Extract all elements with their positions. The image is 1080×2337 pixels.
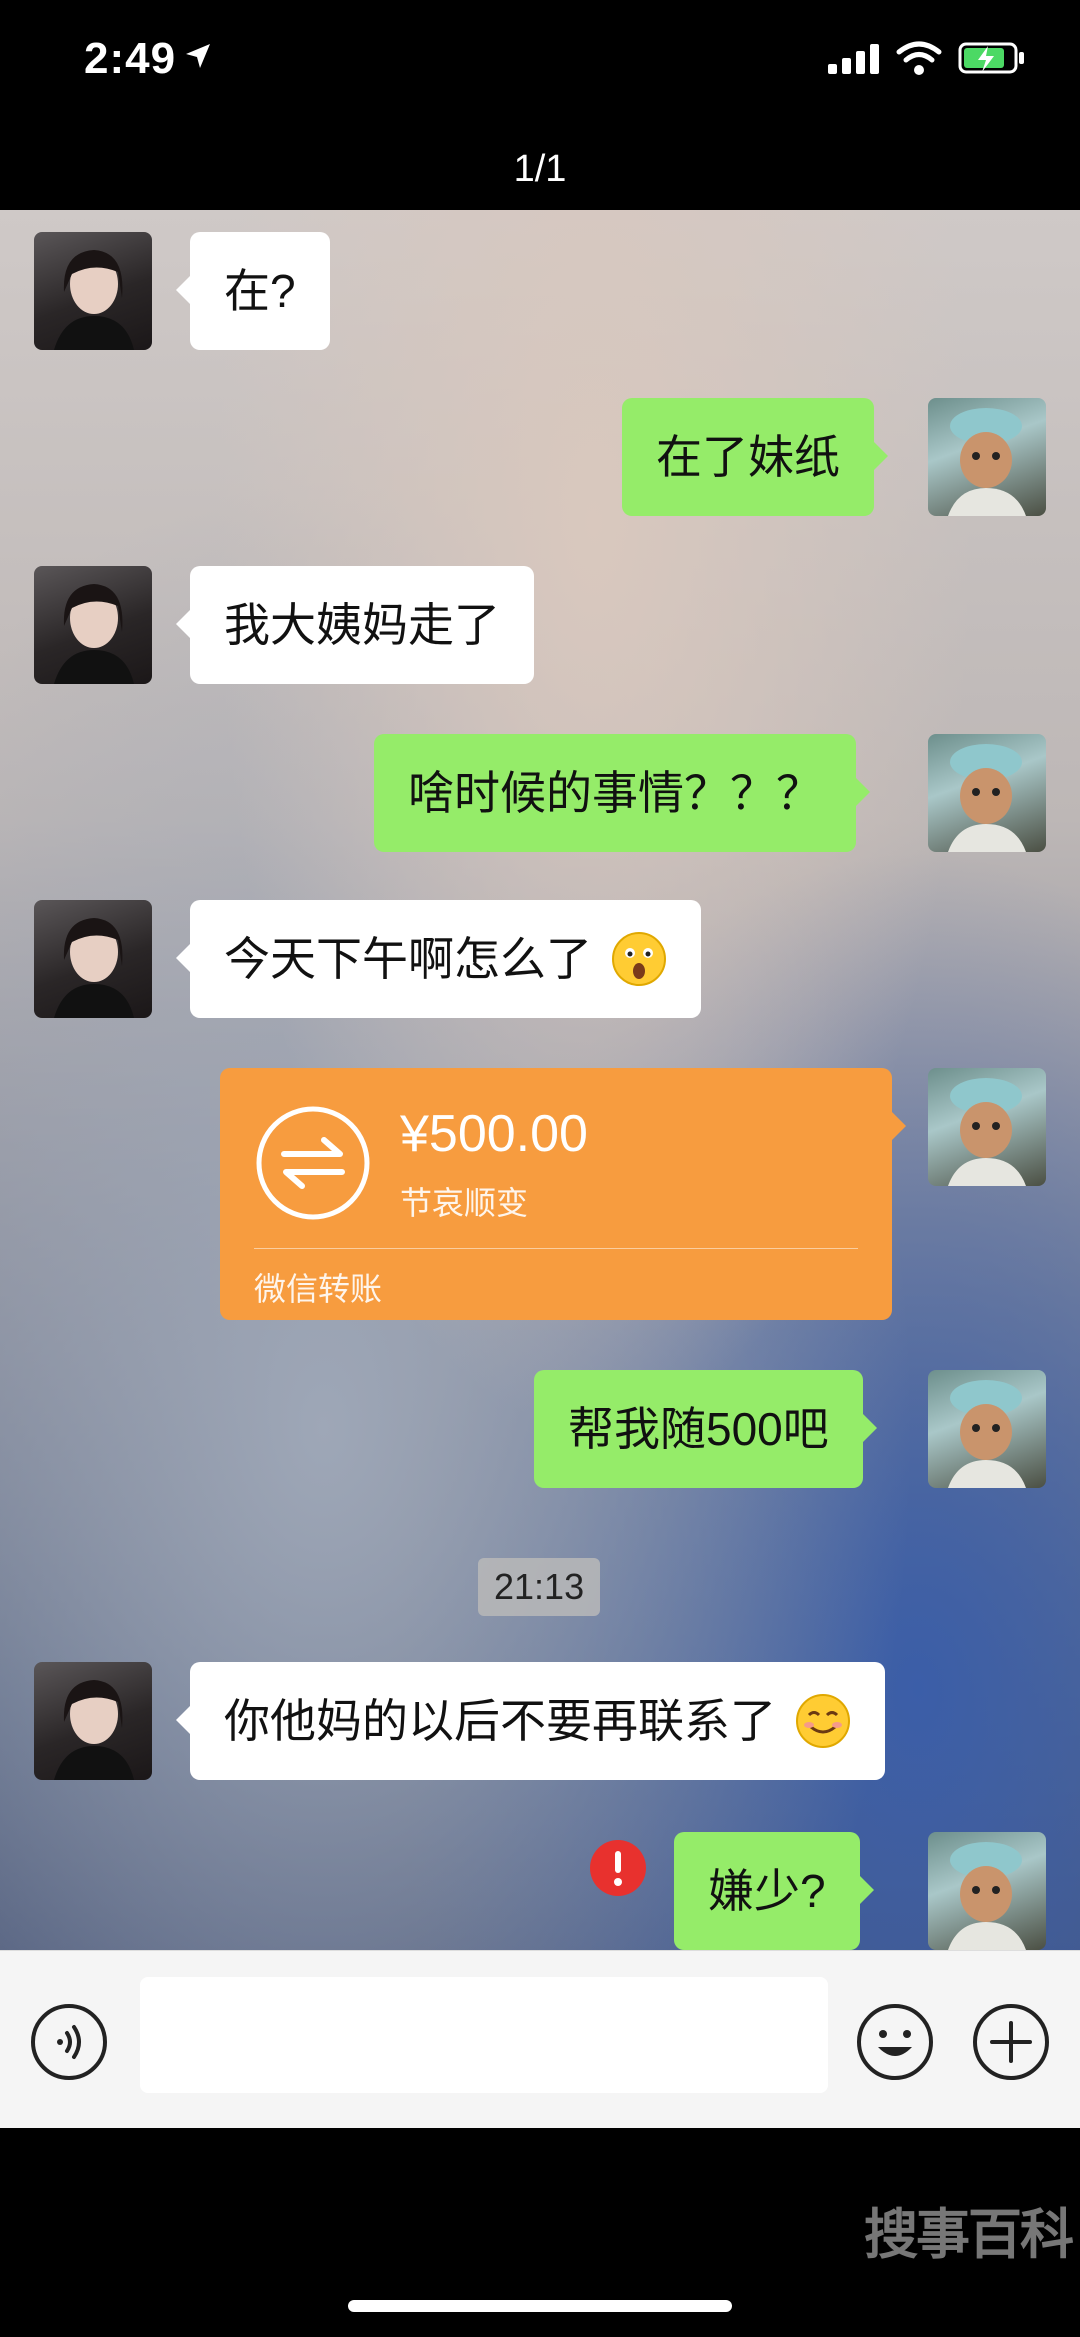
contact-avatar[interactable] — [34, 232, 152, 350]
send-failed-icon[interactable] — [588, 1838, 648, 1898]
chat-screenshot: 在? 在了妹纸 我大姨妈走了 啥时候的事情？？？ 今天下午啊怎么了 ¥500.0… — [0, 210, 1080, 1950]
battery-charging-icon — [958, 42, 1024, 74]
emoji-picker-icon[interactable] — [856, 2003, 934, 2081]
status-time: 2:49 — [84, 34, 177, 83]
chat-timestamp: 21:13 — [478, 1558, 601, 1616]
more-options-plus-icon[interactable] — [972, 2003, 1050, 2081]
transfer-label: 微信转账 — [254, 1271, 383, 1307]
chat-input-bar — [0, 1950, 1080, 2129]
cellular-signal-icon — [828, 44, 879, 74]
money-transfer-card[interactable]: ¥500.00 节哀顺变 微信转账 — [220, 1068, 906, 1320]
message-bubble-incoming[interactable]: 我大姨妈走了 — [176, 566, 534, 684]
transfer-amount: ¥500.00 — [400, 1105, 588, 1163]
message-bubble-outgoing[interactable]: 嫌少? — [674, 1832, 874, 1950]
watermark-logo: 搜事百科 — [864, 2205, 1074, 2265]
user-avatar[interactable] — [928, 1068, 1046, 1186]
message-input[interactable] — [140, 1977, 828, 2093]
message-bubble-incoming[interactable]: 今天下午啊怎么了 — [176, 900, 701, 1018]
smiling-face-emoji-icon — [795, 1693, 850, 1748]
contact-avatar[interactable] — [34, 1662, 152, 1780]
image-pager: 1/1 — [513, 148, 567, 190]
message-bubble-incoming[interactable]: 在? — [176, 232, 330, 350]
location-arrow-icon — [186, 44, 210, 68]
user-avatar[interactable] — [928, 1832, 1046, 1950]
transfer-divider — [254, 1248, 858, 1249]
transfer-note: 节哀顺变 — [400, 1185, 529, 1221]
home-indicator[interactable] — [348, 2300, 732, 2312]
transfer-arrows-icon — [256, 1106, 370, 1220]
status-bar: 2:49 — [0, 0, 1080, 140]
contact-avatar[interactable] — [34, 566, 152, 684]
message-bubble-outgoing[interactable]: 在了妹纸 — [622, 398, 888, 516]
voice-input-icon[interactable] — [30, 2003, 108, 2081]
message-bubble-outgoing[interactable]: 帮我随500吧 — [534, 1370, 877, 1488]
contact-avatar[interactable] — [34, 900, 152, 1018]
message-bubble-outgoing[interactable]: 啥时候的事情？？？ — [374, 734, 870, 852]
message-bubble-incoming[interactable]: 你他妈的以后不要再联系了 — [176, 1662, 885, 1780]
user-avatar[interactable] — [928, 398, 1046, 516]
wifi-icon — [896, 41, 942, 75]
user-avatar[interactable] — [928, 1370, 1046, 1488]
shocked-face-emoji-icon — [611, 931, 666, 986]
user-avatar[interactable] — [928, 734, 1046, 852]
